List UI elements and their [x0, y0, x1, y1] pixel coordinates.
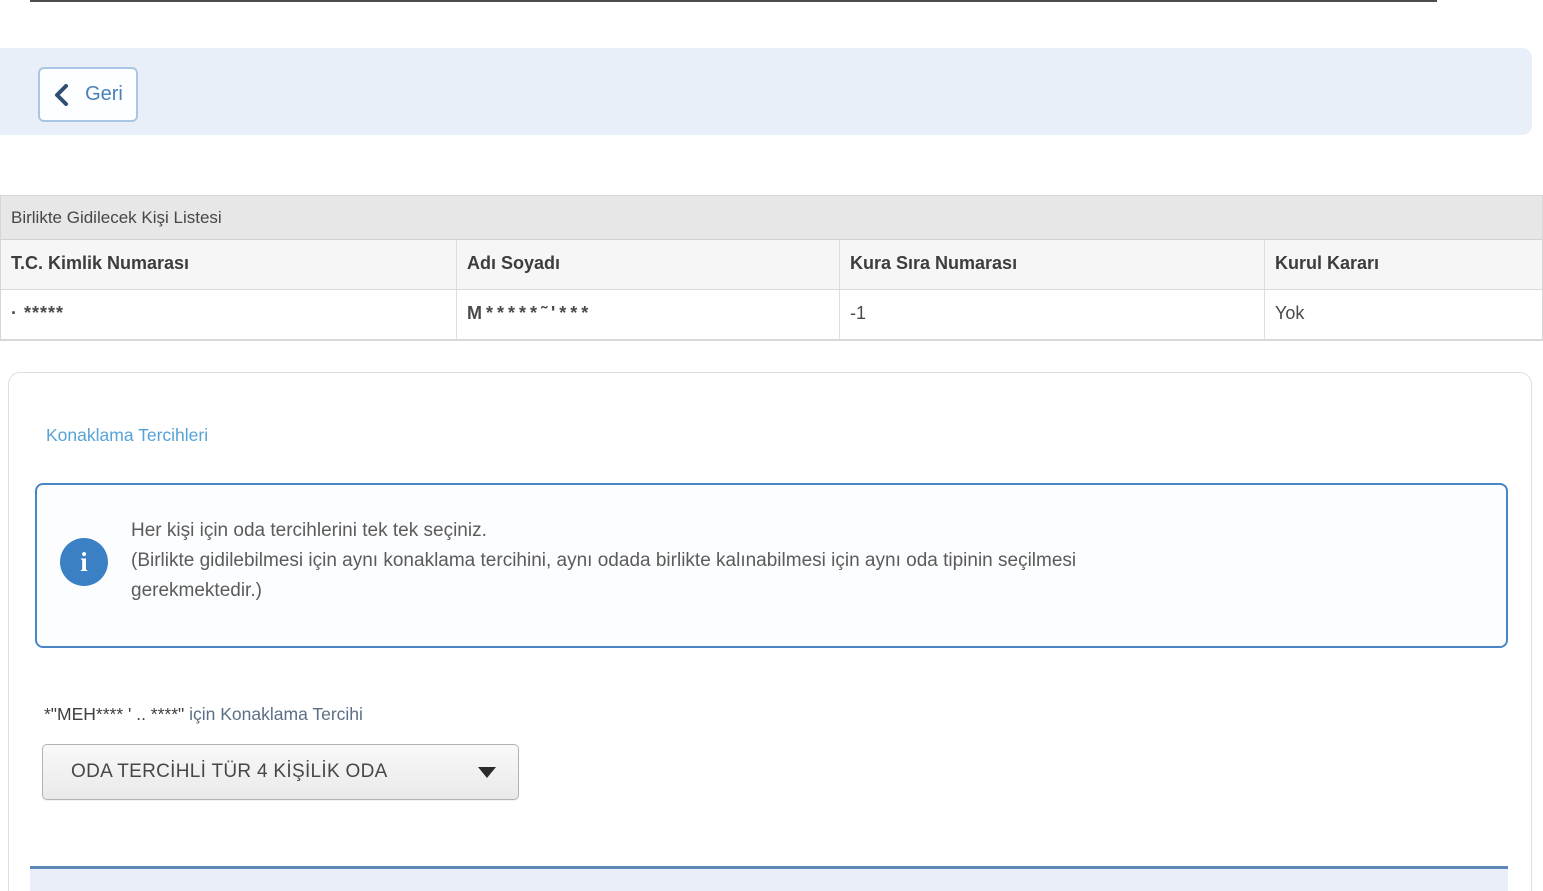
- bottom-panel-header[interactable]: [30, 869, 1508, 891]
- cell-tc-kimlik: · *****: [1, 290, 456, 339]
- page: Geri Birlikte Gidilecek Kişi Listesi T.C…: [0, 0, 1543, 891]
- info-line-1: Her kişi için oda tercihlerini tek tek s…: [131, 516, 1471, 546]
- column-header-adi-soyadi: Adı Soyadı: [456, 240, 839, 289]
- info-alert-text: Her kişi için oda tercihlerini tek tek s…: [131, 516, 1471, 606]
- preference-label-masked-name: *"MEH**** ' .. ****": [44, 704, 184, 724]
- caret-down-icon: [478, 767, 496, 778]
- preference-label-suffix: için Konaklama Tercihi: [184, 704, 363, 724]
- person-table-row: · ***** M*****˜'*** -1 Yok: [1, 290, 1542, 340]
- back-button-label: Geri: [85, 83, 123, 106]
- dropdown-selected-value: ODA TERCİHLİ TÜR 4 KİŞİLİK ODA: [43, 761, 388, 783]
- section-title: Konaklama Tercihleri: [46, 425, 208, 446]
- chevron-left-icon: [53, 84, 69, 106]
- column-header-kura-sira: Kura Sıra Numarası: [839, 240, 1264, 289]
- back-button[interactable]: Geri: [38, 67, 138, 122]
- person-table: Birlikte Gidilecek Kişi Listesi T.C. Kim…: [0, 195, 1543, 341]
- cell-kurul-karari: Yok: [1264, 290, 1543, 339]
- column-header-kurul-karari: Kurul Kararı: [1264, 240, 1543, 289]
- cell-adi-soyadi: M*****˜'***: [456, 290, 839, 339]
- info-line-3: gerekmektedir.): [131, 576, 1471, 606]
- top-toolbar-edge: [30, 0, 1437, 2]
- column-header-tc-kimlik: T.C. Kimlik Numarası: [1, 240, 456, 289]
- person-table-header-row: T.C. Kimlik Numarası Adı Soyadı Kura Sır…: [1, 240, 1542, 290]
- person-table-caption: Birlikte Gidilecek Kişi Listesi: [1, 196, 1542, 240]
- info-circle-icon: i: [60, 538, 108, 586]
- back-toolbar: Geri: [0, 48, 1532, 135]
- info-line-2: (Birlikte gidilebilmesi için aynı konakl…: [131, 546, 1471, 576]
- accommodation-dropdown[interactable]: ODA TERCİHLİ TÜR 4 KİŞİLİK ODA: [42, 744, 519, 800]
- cell-kura-sira: -1: [839, 290, 1264, 339]
- preference-label: *"MEH**** ' .. ****" için Konaklama Terc…: [44, 704, 363, 725]
